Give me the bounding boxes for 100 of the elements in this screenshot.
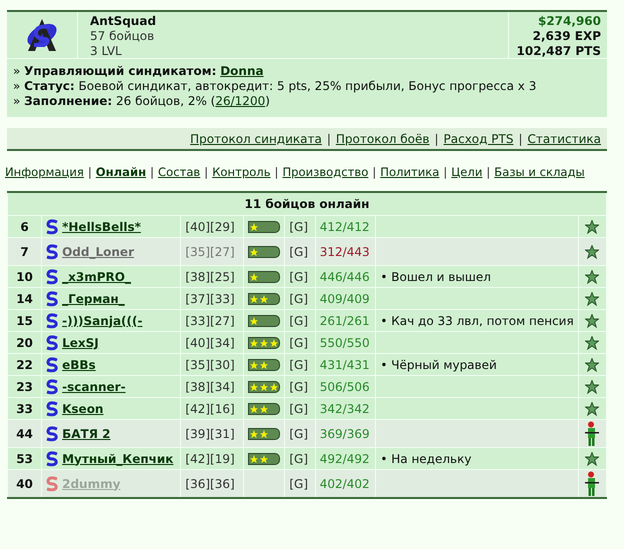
player-link[interactable]: eBBs bbox=[62, 358, 96, 372]
rank-number: 53 bbox=[8, 448, 42, 470]
rank-number: 33 bbox=[8, 398, 42, 420]
rank-number: 22 bbox=[8, 354, 42, 376]
money-amount: $274,960 bbox=[538, 14, 601, 29]
star-icon bbox=[250, 272, 258, 280]
rank-number: 20 bbox=[8, 332, 42, 354]
star-icon bbox=[250, 222, 258, 230]
star-icon bbox=[585, 292, 600, 306]
star-icon bbox=[250, 294, 258, 302]
group-cell: [G] bbox=[284, 332, 316, 354]
rank-number: 40 bbox=[8, 470, 42, 498]
star-icon bbox=[250, 338, 258, 346]
level-cell: [39][31] bbox=[180, 420, 244, 448]
star-icon bbox=[250, 382, 258, 390]
protocol-link[interactable]: Протокол синдиката bbox=[190, 132, 322, 146]
star-icon bbox=[270, 382, 278, 390]
level-cell: [40][34] bbox=[180, 332, 244, 354]
member-count: 57 бойцов bbox=[90, 29, 156, 44]
star-icon bbox=[585, 270, 600, 284]
level-cell: [42][16] bbox=[180, 398, 244, 420]
hp-cell: 402/402 bbox=[315, 470, 376, 498]
hp-cell: 342/342 bbox=[315, 398, 376, 420]
hp-cell: 506/506 bbox=[315, 376, 376, 398]
separator: | bbox=[326, 132, 331, 146]
hp-cell: 446/446 bbox=[315, 266, 376, 288]
separator: | bbox=[434, 132, 439, 146]
info-link[interactable]: 26/1200 bbox=[215, 94, 266, 108]
hp-cell: 409/409 bbox=[315, 288, 376, 310]
star-icon bbox=[585, 358, 600, 372]
hp-cell: 369/369 bbox=[315, 420, 376, 448]
star-icon bbox=[260, 454, 268, 462]
player-note: • Чёрный муравей bbox=[380, 358, 497, 372]
star-icon bbox=[250, 430, 258, 438]
exp-amount: 2,639 EXP bbox=[532, 29, 601, 44]
soldier-icon bbox=[584, 420, 600, 446]
star-icon bbox=[250, 248, 258, 256]
nav-tab[interactable]: Информация bbox=[5, 165, 84, 179]
info-line: » Заполнение: 26 бойцов, 2% (26/1200) bbox=[13, 94, 271, 109]
star-icon bbox=[585, 452, 600, 466]
star-icon bbox=[260, 382, 268, 390]
rank-number: 10 bbox=[8, 266, 42, 288]
group-cell: [G] bbox=[284, 288, 316, 310]
nav-tab[interactable]: Онлайн bbox=[96, 165, 146, 179]
nav-tab[interactable]: Политика bbox=[380, 165, 440, 179]
separator: | bbox=[204, 165, 208, 179]
level-cell: [36][36] bbox=[180, 470, 244, 498]
level-cell: [42][19] bbox=[180, 448, 244, 470]
player-link[interactable]: Kseon bbox=[62, 402, 104, 416]
player-note: • Вошел и вышел bbox=[380, 270, 491, 284]
rank-number: 23 bbox=[8, 376, 42, 398]
soldier-icon bbox=[584, 470, 600, 496]
group-cell: [G] bbox=[284, 398, 316, 420]
info-line: » Управляющий синдикатом: Donna bbox=[13, 64, 265, 79]
info-line: » Статус: Боевой синдикат, автокредит: 5 pts, 25% прибыли, Бонус прогресса x 3 bbox=[13, 79, 538, 94]
info-link[interactable]: Donna bbox=[220, 64, 264, 78]
hp-cell: 312/443 bbox=[315, 238, 376, 266]
rank-number: 15 bbox=[8, 310, 42, 332]
star-icon bbox=[585, 402, 600, 416]
separator: | bbox=[88, 165, 92, 179]
player-note: • На недельку bbox=[380, 452, 472, 466]
star-icon bbox=[260, 360, 268, 368]
player-note: • Кач до 33 лвл, потом пенсия bbox=[380, 314, 574, 328]
player-link[interactable]: LexSJ bbox=[62, 336, 99, 350]
nav-tab[interactable]: Базы и склады bbox=[494, 165, 585, 179]
level-cell: [37][33] bbox=[180, 288, 244, 310]
separator: | bbox=[372, 165, 376, 179]
star-icon bbox=[260, 294, 268, 302]
hp-cell: 412/412 bbox=[315, 216, 376, 238]
protocol-link[interactable]: Статистика bbox=[528, 132, 601, 146]
group-cell: [G] bbox=[284, 420, 316, 448]
group-cell: [G] bbox=[284, 354, 316, 376]
star-icon bbox=[585, 220, 600, 234]
separator: | bbox=[518, 132, 522, 146]
star-icon bbox=[585, 336, 600, 350]
protocol-link[interactable]: Расход PTS bbox=[444, 132, 514, 146]
group-cell: [G] bbox=[284, 238, 316, 266]
separator: | bbox=[150, 165, 154, 179]
table-title: 11 бойцов онлайн bbox=[8, 192, 606, 216]
syndicate-level: 3 LVL bbox=[90, 44, 123, 59]
separator: | bbox=[274, 165, 278, 179]
protocol-link[interactable]: Протокол боёв bbox=[336, 132, 430, 146]
pts-amount: 102,487 PTS bbox=[516, 44, 601, 59]
separator: | bbox=[443, 165, 448, 179]
syndicate-name: AntSquad bbox=[90, 14, 158, 29]
nav-tab[interactable]: Состав bbox=[158, 165, 200, 179]
nav-tab[interactable]: Цели bbox=[451, 165, 482, 179]
star-icon bbox=[250, 316, 258, 324]
hp-cell: 431/431 bbox=[315, 354, 376, 376]
player-link[interactable]: БАТЯ 2 bbox=[62, 426, 110, 440]
star-icon bbox=[260, 338, 268, 346]
level-cell: [40][29] bbox=[180, 216, 244, 238]
group-cell: [G] bbox=[284, 376, 316, 398]
rank-number: 7 bbox=[8, 238, 42, 266]
nav-tab[interactable]: Производство bbox=[282, 165, 368, 179]
nav-tab[interactable]: Контроль bbox=[212, 165, 271, 179]
group-cell: [G] bbox=[284, 310, 316, 332]
group-cell: [G] bbox=[284, 216, 316, 238]
group-cell: [G] bbox=[284, 266, 316, 288]
separator: | bbox=[486, 165, 490, 179]
